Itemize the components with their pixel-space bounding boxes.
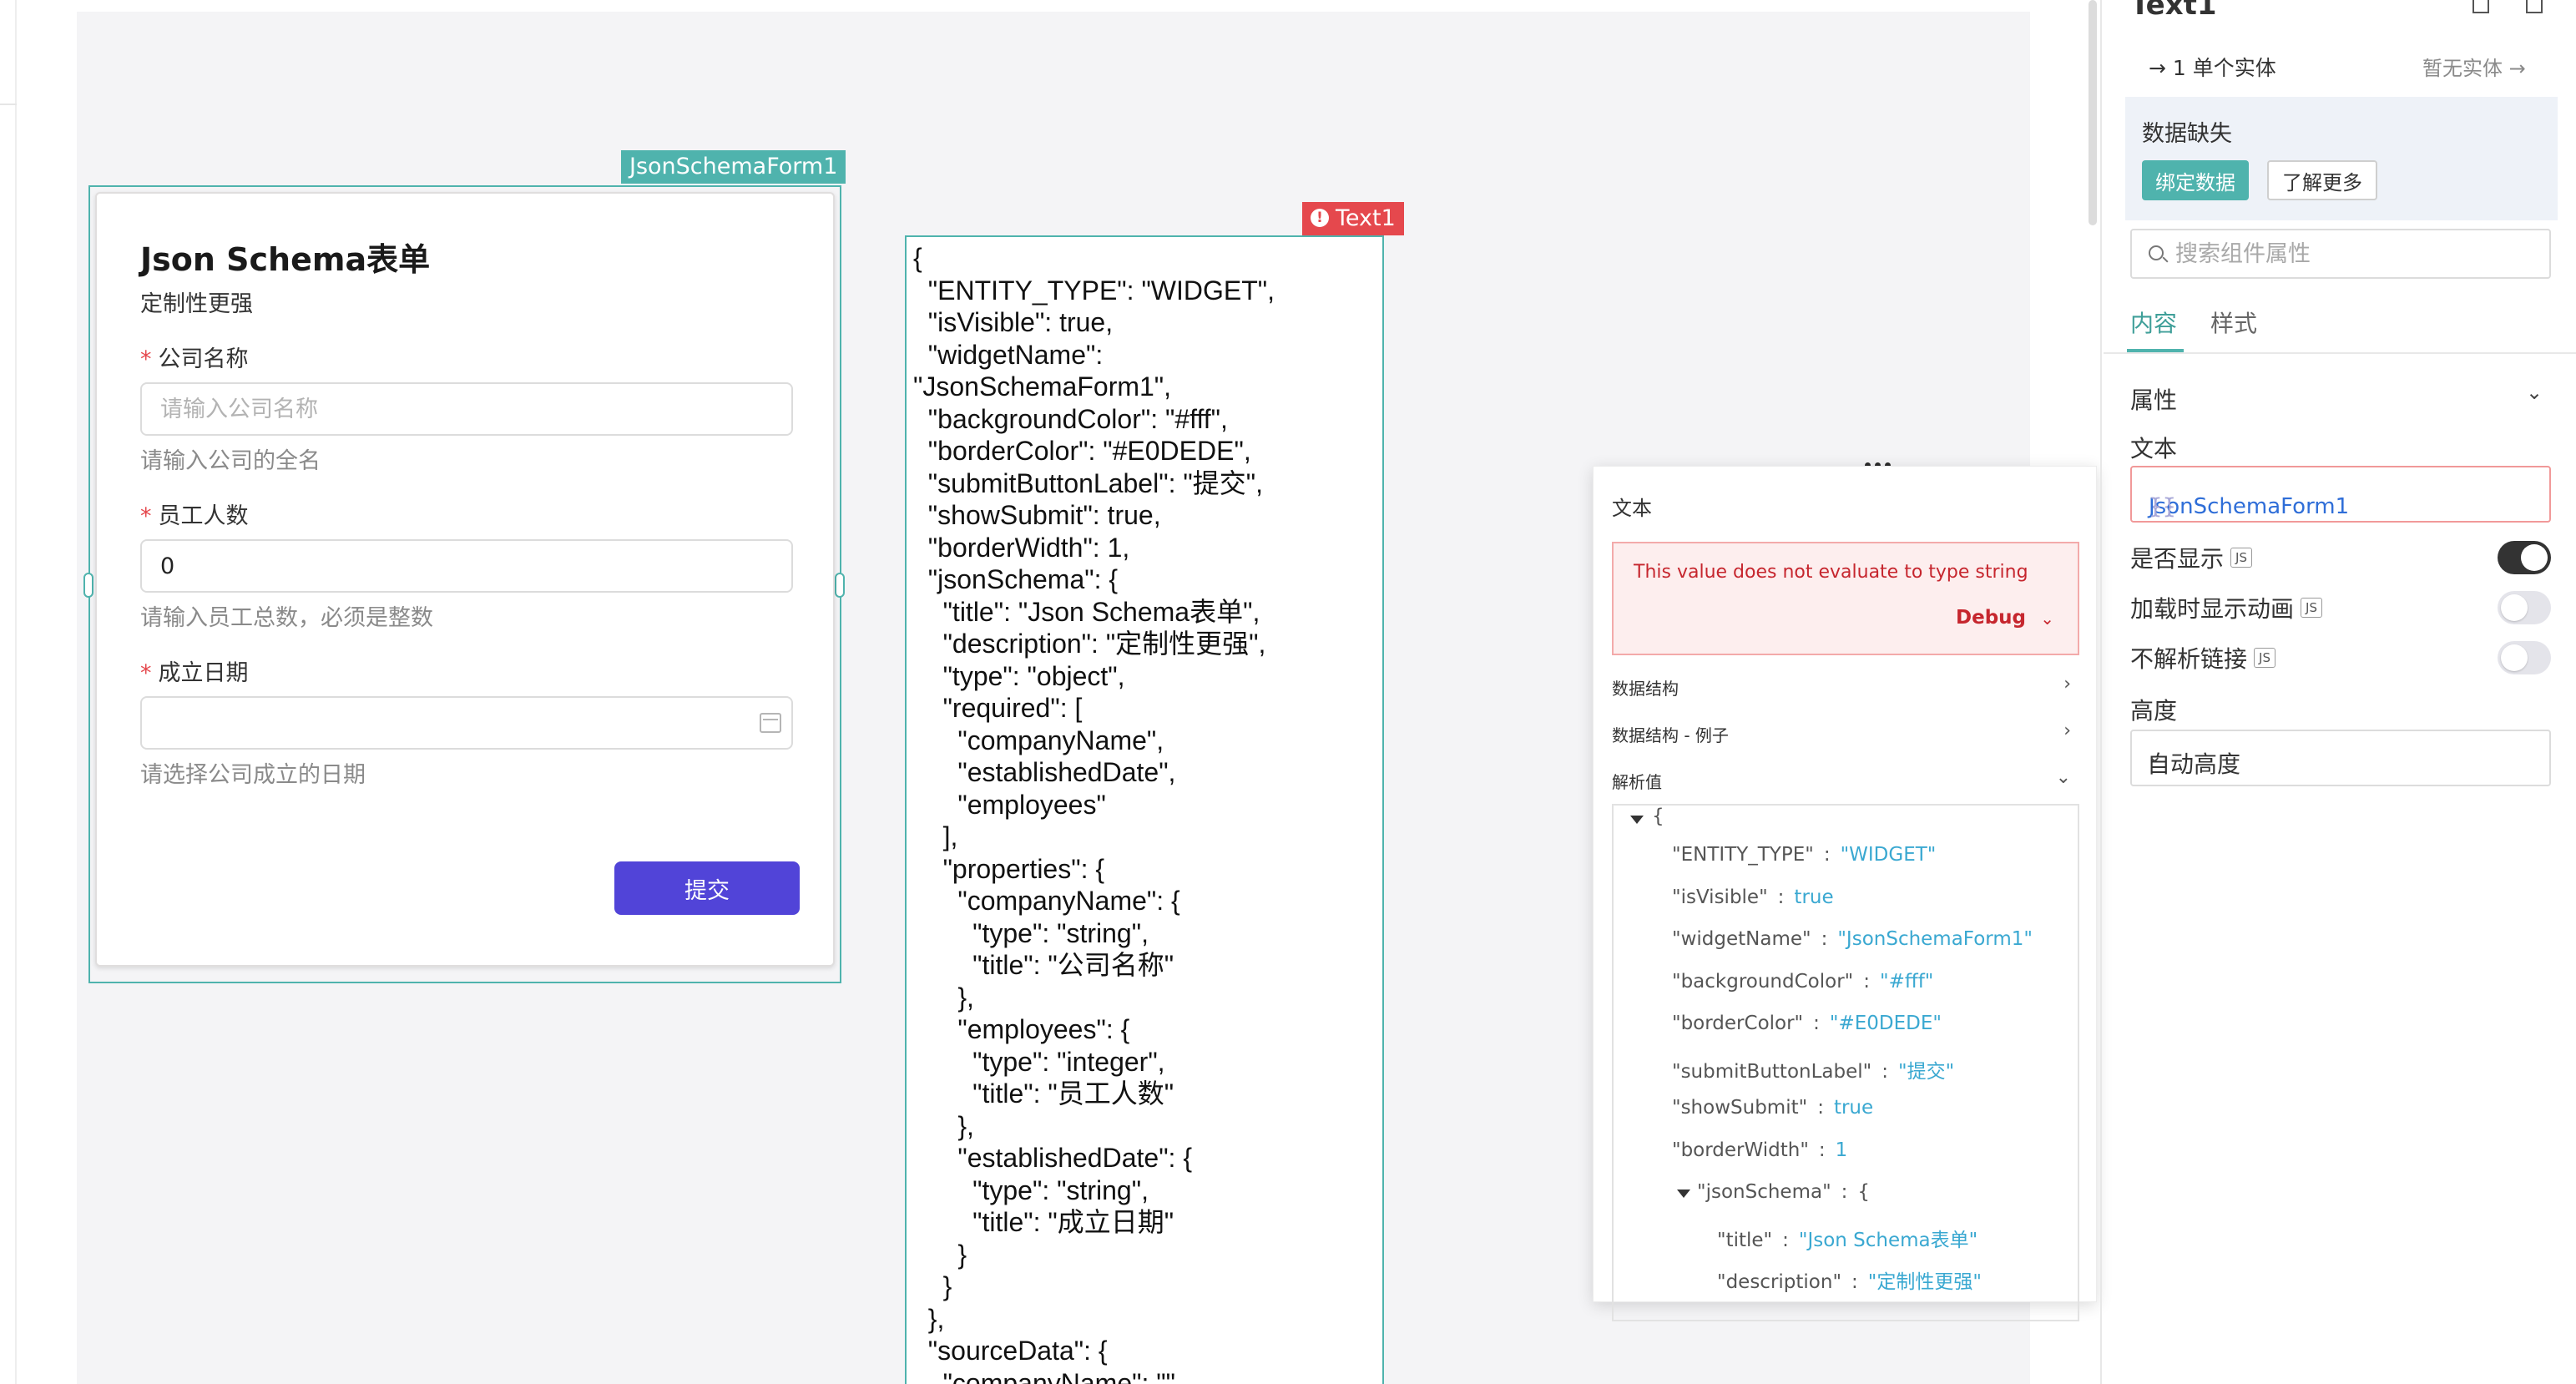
arrow-right-icon: → [2149, 56, 2173, 80]
arrow-right-icon: → [2503, 57, 2526, 80]
chevron-right-icon: › [2063, 720, 2071, 741]
tree-row: "ENTITY_TYPE": "WIDGET" [1672, 844, 1937, 866]
tree-row: "isVisible": true [1672, 886, 1834, 908]
height-label: 高度 [2130, 697, 2178, 725]
tree-row: "title": "Json Schema表单" [1717, 1229, 1978, 1251]
tree-row: "backgroundColor": "#fff" [1672, 970, 1934, 993]
form-title: Json Schema表单 [140, 241, 431, 278]
section-data-structure-example[interactable]: 数据结构 - 例子 › [1612, 720, 2079, 746]
js-toggle-badge[interactable]: JS [2301, 598, 2322, 618]
tab-content[interactable]: 内容 [2130, 306, 2177, 339]
json-schema-form: Json Schema表单 定制性更强 *公司名称 请输入公司的全名 *员工人数… [95, 192, 835, 967]
tree-collapse-toggle[interactable] [1630, 816, 1644, 824]
visible-toggle[interactable] [2498, 541, 2551, 574]
left-sidebar-tick [0, 104, 17, 105]
popover-title: 文本 [1612, 497, 1652, 520]
error-message: This value does not evaluate to type str… [1634, 562, 2028, 583]
js-toggle-badge[interactable]: JS [2230, 548, 2252, 568]
tree-row: "borderWidth":1 [1672, 1139, 1848, 1161]
disable-link-parse-label: 不解析链接 JS [2130, 641, 2275, 674]
company-name-help: 请输入公司的全名 [140, 448, 321, 474]
resize-handle-left[interactable] [83, 573, 93, 598]
text-property-input[interactable]: {{JsonSchemaForm1}} [2130, 466, 2551, 523]
delete-icon[interactable] [2526, 0, 2543, 13]
text-property-label: 文本 [2130, 435, 2178, 462]
tab-style[interactable]: 样式 [2210, 306, 2257, 339]
data-missing-title: 数据缺失 [2142, 121, 2232, 147]
required-mark: * [140, 346, 152, 372]
tree-row: "submitButtonLabel": "提交" [1672, 1060, 1955, 1083]
search-icon [2149, 245, 2164, 260]
established-date-label: * 成立日期 [140, 660, 249, 686]
company-name-label: * 公司名称 [140, 346, 249, 372]
section-data-structure[interactable]: 数据结构 › [1612, 674, 2079, 700]
js-toggle-badge[interactable]: JS [2254, 648, 2275, 668]
chevron-down-icon: ⌄ [2055, 767, 2071, 788]
established-date-input[interactable] [140, 696, 793, 750]
section-properties-title[interactable]: 属性 [2130, 382, 2177, 416]
tree-collapse-toggle[interactable] [1677, 1190, 1690, 1198]
height-select[interactable]: 自动高度 ⌄ [2130, 730, 2551, 786]
tree-row: "borderColor": "#E0DEDE" [1672, 1013, 1942, 1034]
error-icon: ! [1311, 208, 1329, 227]
section-evaluated-value[interactable]: 解析值 ⌄ [1612, 767, 2079, 793]
property-search-input[interactable] [2175, 237, 2534, 270]
chevron-down-icon: ⌄ [2147, 746, 2163, 767]
company-name-input[interactable] [140, 382, 793, 436]
form-description: 定制性更强 [140, 291, 253, 317]
submit-button[interactable]: 提交 [614, 861, 800, 915]
tree-root-brace: { [1652, 806, 1664, 827]
debug-button[interactable]: Debug [1956, 607, 2026, 629]
copy-icon[interactable] [2472, 0, 2489, 13]
evaluation-error: This value does not evaluate to type str… [1612, 542, 2079, 655]
chevron-down-icon[interactable]: ⌄ [2526, 381, 2543, 404]
entity-count-link[interactable]: → 1 单个实体 [2149, 52, 2276, 82]
binding-expression: JsonSchemaForm1 [2149, 494, 2350, 519]
property-panel-title[interactable]: Text1 [2130, 0, 2217, 22]
text1-content: { "ENTITY_TYPE": "WIDGET", "isVisible": … [913, 243, 1275, 1384]
employees-help: 请输入员工总数，必须是整数 [140, 605, 433, 631]
required-mark: * [140, 660, 152, 686]
tree-row: "jsonSchema":{ [1697, 1181, 1871, 1203]
tab-divider [2104, 352, 2576, 354]
canvas-scrollbar[interactable] [2089, 0, 2097, 225]
disable-link-parse-toggle[interactable] [2498, 641, 2551, 674]
data-missing-notice: 数据缺失 绑定数据 了解更多 [2125, 97, 2558, 220]
bind-data-button[interactable]: 绑定数据 [2142, 160, 2249, 200]
loading-animation-toggle[interactable] [2498, 591, 2551, 624]
resize-handle-right[interactable] [835, 573, 845, 598]
text1-widget[interactable]: { "ENTITY_TYPE": "WIDGET", "isVisible": … [905, 235, 1384, 1384]
employees-label: * 员工人数 [140, 503, 249, 529]
tree-row: "description": "定制性更强" [1717, 1271, 1982, 1293]
evaluated-value-popover: 文本 This value does not evaluate to type … [1593, 466, 2097, 1321]
established-date-help: 请选择公司成立的日期 [140, 762, 366, 788]
chevron-down-icon[interactable]: ⌄ [2040, 609, 2054, 629]
chevron-right-icon: › [2063, 674, 2071, 695]
json-tree-viewer[interactable]: { "ENTITY_TYPE": "WIDGET" "isVisible": true… [1612, 804, 2079, 1321]
visible-label: 是否显示 JS [2130, 541, 2252, 574]
no-entity-link[interactable]: 暂无实体 → [2422, 52, 2526, 81]
property-panel-divider [2100, 0, 2102, 1384]
property-search[interactable] [2130, 229, 2551, 279]
loading-animation-label: 加载时显示动画 JS [2130, 591, 2322, 624]
widget-tag-text1[interactable]: ! Text1 [1302, 202, 1404, 235]
required-mark: * [140, 503, 152, 529]
employees-input[interactable] [140, 539, 793, 593]
learn-more-button[interactable]: 了解更多 [2267, 160, 2377, 200]
left-sidebar-edge [15, 0, 17, 1384]
tree-row: "widgetName": "JsonSchemaForm1" [1672, 928, 2033, 950]
calendar-icon[interactable] [760, 713, 781, 733]
tree-row: "showSubmit": true [1672, 1097, 1874, 1119]
widget-tag-jsonschemaform1[interactable]: JsonSchemaForm1 [621, 150, 846, 184]
